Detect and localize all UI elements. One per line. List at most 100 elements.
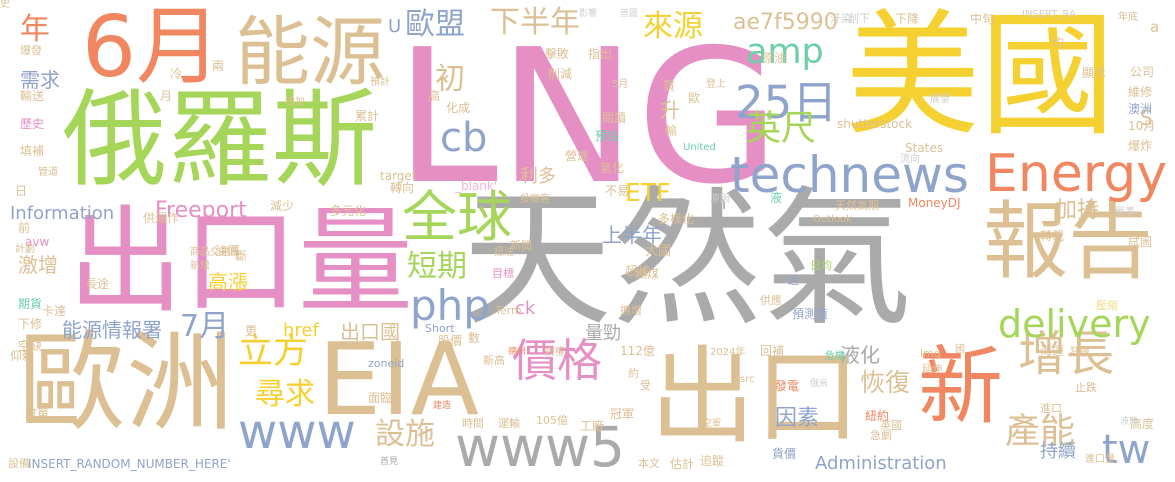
word-144: 化成 [446, 101, 471, 115]
word-143: 高 [428, 89, 441, 103]
word-61: 持續 [1040, 441, 1076, 462]
word-132: _blank' [455, 179, 498, 193]
word-100: 德州 [508, 347, 527, 357]
word-188: 維修 [1128, 85, 1153, 99]
word-187: 公司 [1130, 65, 1155, 79]
word-101: 授權 [545, 347, 565, 358]
word-115: 擴增 [620, 304, 642, 317]
word-118: 大國 [645, 244, 672, 259]
word-156: 供運作 [143, 211, 180, 225]
word-cloud: LNG 天然氣 美國 俄羅斯 出口量 歐洲 出口 能源 6月 EIA 報告新 technews Ener… [0, 0, 1175, 482]
word-178: 買 [663, 79, 676, 93]
word-113: 目標 [492, 267, 514, 280]
word-163: 新增 [190, 261, 210, 272]
word-152: 歷史 [20, 117, 45, 131]
word-150: 冷 [170, 67, 183, 81]
word-151: 輸送 [20, 89, 45, 103]
word-43: ETF [625, 178, 671, 207]
word-185: 中旬 [970, 12, 995, 26]
word-53: 量勁 [585, 323, 621, 344]
word-82: 紐約 [865, 409, 890, 423]
word-37: 恢復 [860, 368, 911, 397]
word-73: 冠軍 [610, 407, 635, 421]
word-95: 2024年 [710, 347, 746, 358]
word-3: 俄羅斯 [62, 79, 378, 201]
word-194: shutterstock [837, 117, 913, 131]
word-147: 增加 [285, 97, 305, 108]
word-128: 戰事 [1115, 207, 1135, 218]
word-141: 預估 [595, 129, 620, 143]
word-40: 需求 [20, 68, 60, 92]
word-50: 液化 [840, 343, 880, 367]
word-79: 貨價 [772, 447, 797, 461]
word-192: 顯示 [1082, 66, 1107, 80]
word-110: 壓縮 [1096, 299, 1118, 312]
word-164: 期貨 [18, 297, 43, 311]
word-140: 輸 [665, 124, 678, 138]
word-136: 氣化 [600, 161, 625, 175]
word-145: 預計 [370, 77, 390, 88]
word-14: 全球 [402, 185, 513, 249]
word-86: 止跌 [1075, 381, 1097, 394]
word-83: 進口 [1040, 402, 1062, 415]
word-106: src [740, 374, 755, 385]
word-12: technews [730, 146, 969, 204]
word-7: 能源 [235, 8, 386, 96]
word-52: 利多 [520, 166, 556, 187]
word-190: 10月 [1128, 119, 1156, 133]
word-35: 7月 [180, 309, 230, 344]
word-107: 延伸 [922, 364, 942, 375]
word-64: 年底 [1118, 12, 1138, 23]
word-29: 短期 [407, 249, 467, 284]
word-104: 約 [628, 367, 639, 380]
word-184: 下降 [895, 12, 920, 26]
word-166: 下修 [18, 317, 43, 331]
word-149: 兩 [212, 59, 225, 73]
word-92: img [920, 347, 941, 360]
word-68: 本文 [638, 457, 660, 470]
word-46: 出口國 [340, 320, 400, 344]
word-170: 仰賴 [10, 349, 35, 363]
word-56: 升 [660, 98, 680, 122]
word-119: 燃煤 [635, 267, 660, 281]
word-88: 發電 [775, 379, 800, 393]
word-116: 供應 [760, 294, 782, 307]
word-28: 來源 [643, 9, 703, 44]
word-111: Short [425, 322, 455, 335]
word-31: 尋求 [255, 377, 315, 412]
word-8: 6月 [82, 0, 222, 97]
word-78: 空軍 [703, 419, 722, 429]
word-85: 液態 [1120, 417, 1139, 427]
word-76: 時間 [462, 417, 484, 430]
word-77: 建造 [433, 401, 452, 411]
word-59: U [388, 16, 402, 37]
word-154: 管道 [38, 167, 58, 178]
word-103: 數 [468, 331, 481, 345]
word-98: 面臨 [368, 391, 393, 405]
word-93: 國 [955, 344, 965, 355]
word-135: 不易 [605, 184, 630, 198]
word-94: 狂飆 [1070, 347, 1090, 358]
word-87: 海運 [1040, 344, 1065, 358]
word-121: 新聞 [510, 239, 532, 252]
word-197: 閱讀 [602, 111, 627, 125]
word-193: 展望 [930, 94, 950, 105]
word-45: 能源情報署 [62, 318, 162, 342]
word-177: 5月 [612, 79, 629, 90]
word-66: 設備 [8, 457, 30, 470]
word-24: 英尺 [746, 109, 817, 149]
word-109: 預測值 [792, 307, 829, 321]
word-47: 激增 [18, 253, 58, 277]
word-42: Administration [815, 453, 947, 474]
word-70: 追蹤 [700, 454, 725, 468]
word-65: 爆發 [20, 44, 42, 57]
word-96: 112億 [620, 344, 655, 358]
word-19: delivery [998, 302, 1151, 346]
word-99: 新高 [483, 354, 505, 367]
word-123: 原因 [710, 194, 730, 205]
word-44: 加持 [1055, 198, 1100, 223]
word-198: 史 [0, 0, 10, 10]
word-32: 設施 [375, 417, 435, 452]
word-18: 價格 [512, 334, 603, 387]
word-169: 更 [245, 324, 258, 338]
